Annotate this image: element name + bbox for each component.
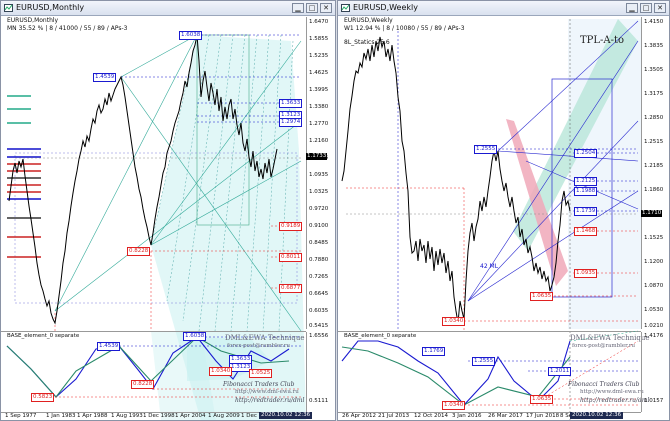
- sub-level-label: 0.5823: [31, 393, 55, 402]
- watermark-url-2: http://redtrader.ru/dml: [235, 397, 305, 404]
- monthly-time-badge: 2020.10.02 12:36: [259, 412, 313, 419]
- sub-level-label: 0.8228: [131, 380, 155, 389]
- watermark-email: forex-post@rambler.ru: [572, 343, 636, 349]
- time-tick: 1 Dec: [241, 413, 257, 419]
- sub-level-label: 1.6038: [183, 332, 207, 341]
- sub-level-label: 1.4539: [97, 342, 121, 351]
- sub-level-label: 1.0635: [530, 395, 554, 404]
- time-tick: 1 Apr 1988: [77, 413, 108, 419]
- watermark-club: Fibonacci Traders Club: [223, 381, 295, 388]
- sub-level-label: 1.0525: [249, 369, 273, 378]
- weekly-time-badge: 2020.10.02 12:36: [570, 412, 624, 419]
- sub-level-label: 1.0340: [209, 367, 233, 376]
- time-tick: 21 Jul 2013: [378, 413, 410, 419]
- weekly-chart-window[interactable]: EURUSD,Weekly ▁ □ ✕ EURUSD,Weekly W1 12.…: [337, 0, 670, 421]
- watermark-title: DML&EWA Technique: [225, 334, 305, 342]
- sub-scale-tick: 1.0157: [644, 398, 664, 404]
- time-tick: 1 Sep 1977: [5, 413, 37, 419]
- time-tick: 26 Mar 2017: [488, 413, 523, 419]
- time-tick: 26 Apr 2012: [342, 413, 377, 419]
- time-tick: 1 Aug 1993: [111, 413, 143, 419]
- sub-scale-tick: 0.5111: [309, 398, 329, 404]
- sub-scale-tick: 1.6556: [309, 333, 329, 339]
- time-tick: 1 Apr 2004: [175, 413, 206, 419]
- sub-scale-tick: 1.4176: [644, 333, 664, 339]
- sub-level-label: 1.2011: [548, 367, 572, 376]
- sub-level-label: 1.1769: [422, 347, 446, 356]
- watermark-club: Fibonacci Traders Club: [568, 381, 640, 388]
- watermark-email: forex-post@rambler.ru: [227, 343, 291, 349]
- sub-level-label: 1.0340: [442, 401, 466, 410]
- time-tick: 1 Jan 1983: [46, 413, 76, 419]
- monthly-indicator-chart[interactable]: [1, 1, 336, 421]
- time-tick: 1 Dec 1998: [143, 413, 175, 419]
- watermark-url-2: http://redtrader.ru/dml: [580, 397, 650, 404]
- time-tick: 3 Jan 2016: [452, 413, 482, 419]
- watermark-title: DML&EWA Technique: [570, 334, 650, 342]
- monthly-chart-window[interactable]: EURUSD,Monthly ▁ □ ✕ EURUSD,Monthly MN 3…: [0, 0, 336, 421]
- monthly-sub-scale: 1.6556 0.5111: [306, 332, 335, 412]
- time-tick: 12 Oct 2014: [414, 413, 449, 419]
- sub-level-label: 1.2555: [472, 357, 496, 366]
- time-tick: 1 Aug 2009: [208, 413, 240, 419]
- weekly-indicator-chart[interactable]: [338, 1, 670, 421]
- weekly-sub-scale: 1.4176 1.0157: [641, 332, 669, 412]
- watermark-url: http://www.dml-ewa.ru: [235, 389, 299, 395]
- time-tick: 17 Jun 2018: [526, 413, 560, 419]
- watermark-url: http://www.dml-ewa.ru: [580, 389, 644, 395]
